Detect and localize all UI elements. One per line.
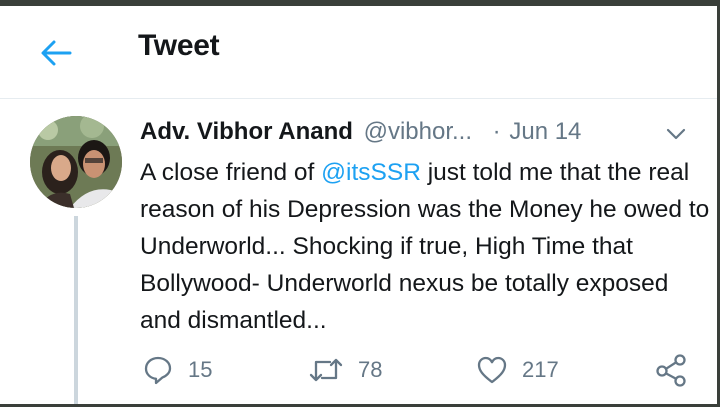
chevron-down-icon xyxy=(666,128,686,140)
page-title: Tweet xyxy=(138,29,220,62)
like-button[interactable]: 217 xyxy=(476,350,559,390)
tweet-header: Adv. Vibhor Anand @vibhor... · Jun 14 xyxy=(140,118,581,146)
profile-photo xyxy=(30,116,122,208)
tweet-timestamp[interactable]: Jun 14 xyxy=(509,118,581,145)
avatar[interactable] xyxy=(30,116,122,208)
mention-link[interactable]: @itsSSR xyxy=(321,159,421,186)
back-button[interactable] xyxy=(36,33,76,73)
thread-line xyxy=(74,216,78,404)
retweet-count: 78 xyxy=(358,357,383,382)
retweet-button[interactable]: 78 xyxy=(308,350,382,390)
tweet-text-start: A close friend of xyxy=(140,159,322,186)
author-handle[interactable]: @vibhor... xyxy=(364,118,472,145)
top-bar: Tweet xyxy=(0,6,717,99)
heart-icon xyxy=(477,356,507,384)
share-icon xyxy=(656,354,686,387)
retweet-icon xyxy=(309,358,343,382)
reply-count: 15 xyxy=(188,357,213,382)
tweet-body: A close friend of @itsSSR just told me t… xyxy=(140,154,710,339)
arrow-left-icon xyxy=(41,40,72,66)
more-options-button[interactable] xyxy=(662,120,690,148)
share-button[interactable] xyxy=(654,350,688,390)
author-name[interactable]: Adv. Vibhor Anand xyxy=(140,118,353,145)
like-count: 217 xyxy=(522,357,559,382)
reply-button[interactable]: 15 xyxy=(142,350,212,390)
separator-dot: · xyxy=(492,118,501,145)
reply-icon xyxy=(144,356,172,385)
tweet-actions: 15 78 217 xyxy=(140,350,700,390)
